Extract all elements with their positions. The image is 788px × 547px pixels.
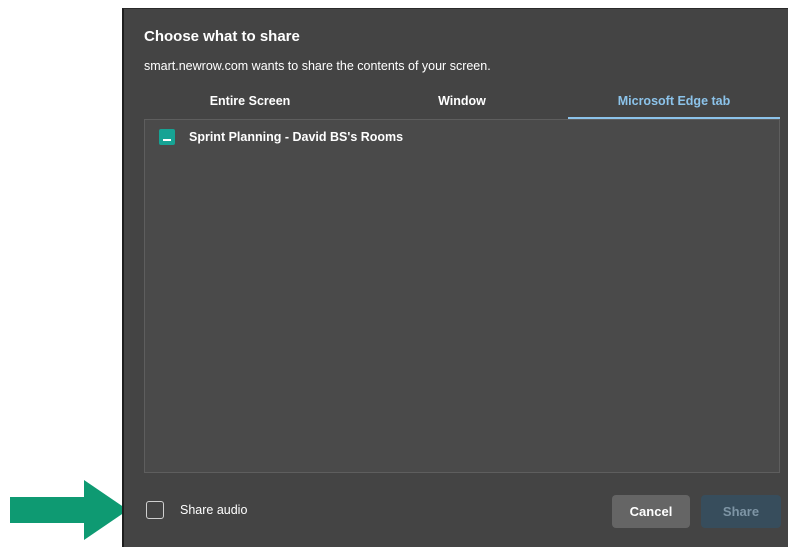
cancel-button[interactable]: Cancel [612,495,690,528]
tab-window[interactable]: Window [356,89,568,119]
list-item[interactable]: Sprint Planning - David BS's Rooms [145,126,779,148]
arrow-right-icon [10,480,128,540]
tab-entire-screen[interactable]: Entire Screen [144,89,356,119]
tab-list: Sprint Planning - David BS's Rooms [144,119,780,473]
share-audio-checkbox[interactable] [146,501,164,519]
tab-microsoft-edge[interactable]: Microsoft Edge tab [568,89,780,119]
list-item-label: Sprint Planning - David BS's Rooms [189,130,404,144]
screenshot-stage: Choose what to share smart.newrow.com wa… [0,0,788,547]
share-dialog: Choose what to share smart.newrow.com wa… [122,8,788,547]
share-audio-label: Share audio [180,503,248,517]
dialog-title: Choose what to share [144,28,300,45]
share-source-tabs: Entire Screen Window Microsoft Edge tab [144,89,780,119]
dialog-subtitle: smart.newrow.com wants to share the cont… [144,59,491,73]
browser-tab-icon [159,129,175,145]
share-button[interactable]: Share [701,495,781,528]
